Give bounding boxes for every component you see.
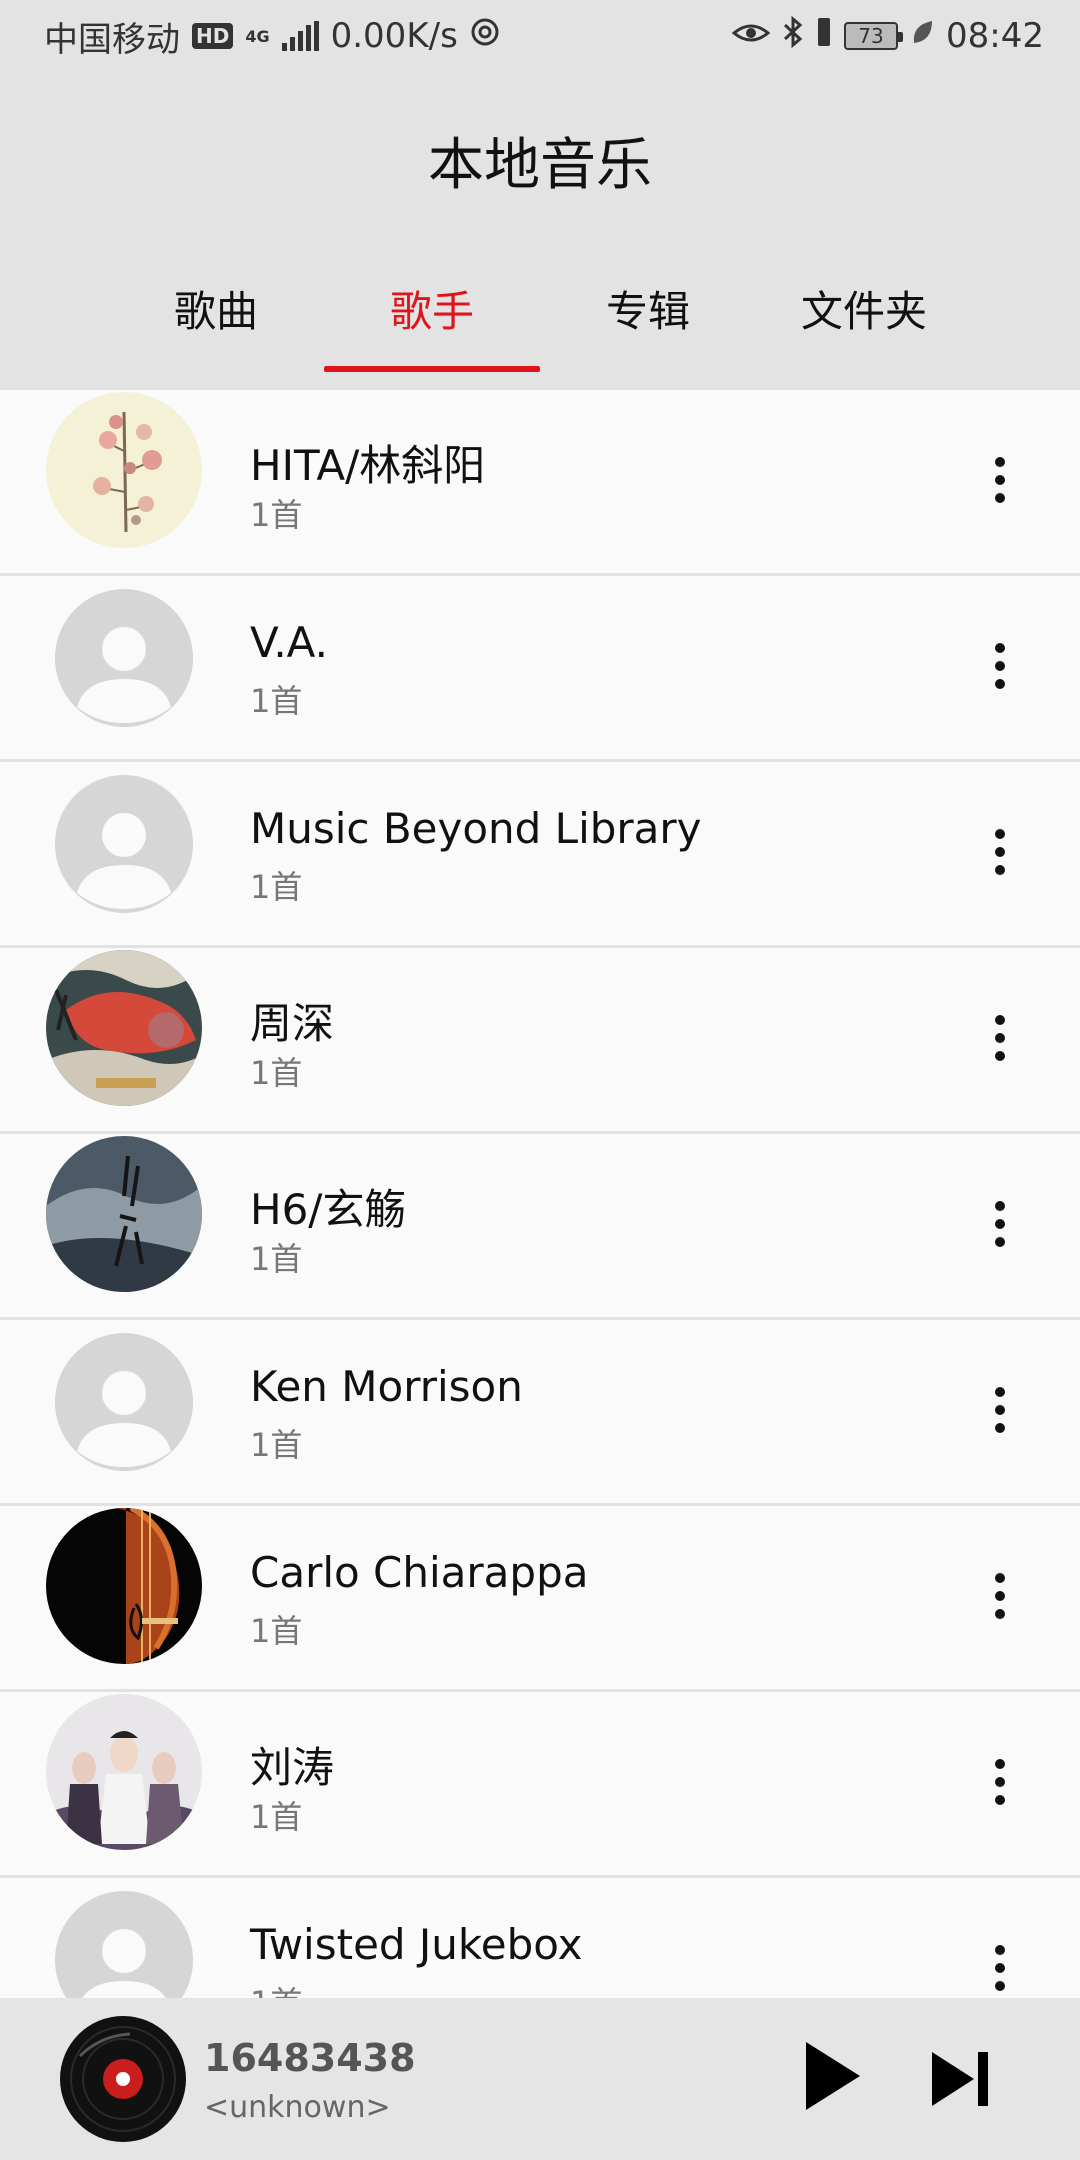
clock: 08:42 <box>946 16 1044 56</box>
network-speed: 0.00K/s <box>330 16 458 56</box>
more-options-icon[interactable] <box>976 1008 1024 1068</box>
tab-artists[interactable]: 歌手 <box>324 256 540 390</box>
artist-name: Ken Morrison <box>250 1362 523 1411</box>
more-options-icon[interactable] <box>976 822 1024 882</box>
artist-avatar <box>46 1694 202 1850</box>
artist-name: 周深 <box>250 999 335 1048</box>
artist-row[interactable]: Twisted Jukebox 1首 <box>0 1878 1080 1998</box>
artist-row[interactable]: 周深 1首 <box>0 948 1080 1134</box>
battery-icon: 73 <box>844 22 904 50</box>
artist-row[interactable]: H6/玄觞 1首 <box>0 1134 1080 1320</box>
artist-avatar <box>46 1508 202 1664</box>
song-count: 1首 <box>250 1054 303 1092</box>
default-avatar-icon <box>55 589 193 727</box>
more-options-icon[interactable] <box>976 1380 1024 1440</box>
song-count: 1首 <box>250 1426 303 1464</box>
bluetooth-icon <box>782 15 804 57</box>
artist-row[interactable]: 刘涛 1首 <box>0 1692 1080 1878</box>
more-options-icon[interactable] <box>976 1752 1024 1812</box>
song-count: 1首 <box>250 868 303 906</box>
leaf-icon <box>910 16 934 56</box>
song-count: 1首 <box>250 1978 302 1998</box>
carrier-label: 中国移动 <box>44 19 180 60</box>
song-count: 1首 <box>250 1240 303 1278</box>
status-left: 中国移动 HD 4G 0.00K/s <box>44 12 500 61</box>
now-playing-title[interactable]: 16483438 <box>204 2036 416 2080</box>
artist-row[interactable]: Music Beyond Library 1首 <box>0 762 1080 948</box>
play-icon[interactable] <box>800 2038 864 2114</box>
artist-avatar <box>46 1136 202 1292</box>
hd-icon: HD <box>192 23 234 49</box>
artist-avatar <box>46 950 202 1106</box>
song-count: 1首 <box>250 682 303 720</box>
song-count: 1首 <box>250 496 303 534</box>
artist-name: Twisted Jukebox <box>250 1920 583 1969</box>
more-options-icon[interactable] <box>976 636 1024 696</box>
more-options-icon[interactable] <box>976 450 1024 510</box>
artist-name: HITA/林斜阳 <box>250 441 486 490</box>
network-type-icon: 4G <box>245 26 270 46</box>
default-avatar-icon <box>55 1333 193 1471</box>
vinyl-disc-icon[interactable] <box>60 2016 186 2142</box>
status-right: 73 08:42 <box>731 15 1044 57</box>
skip-next-icon[interactable] <box>930 2050 990 2108</box>
more-options-icon[interactable] <box>976 1566 1024 1626</box>
tab-bar: 歌曲 歌手 专辑 文件夹 <box>108 256 972 390</box>
artist-name: V.A. <box>250 618 329 667</box>
nfc-icon <box>470 16 500 56</box>
tab-albums[interactable]: 专辑 <box>540 256 756 390</box>
artist-row[interactable]: Carlo Chiarappa 1首 <box>0 1506 1080 1692</box>
song-count: 1首 <box>250 1798 303 1836</box>
artist-name: H6/玄觞 <box>250 1185 407 1234</box>
tab-songs[interactable]: 歌曲 <box>108 256 324 390</box>
artist-list[interactable]: HITA/林斜阳 1首 V.A. 1首 Music Beyond Library… <box>0 390 1080 1998</box>
artist-name: 刘涛 <box>250 1743 335 1792</box>
artist-row[interactable]: Ken Morrison 1首 <box>0 1320 1080 1506</box>
song-count: 1首 <box>250 1612 303 1650</box>
tab-folders[interactable]: 文件夹 <box>756 256 972 390</box>
signal-icon <box>281 21 319 51</box>
artist-avatar <box>46 392 202 548</box>
now-playing-artist[interactable]: <unknown> <box>204 2090 391 2125</box>
artist-row[interactable]: HITA/林斜阳 1首 <box>0 390 1080 576</box>
status-bar: 中国移动 HD 4G 0.00K/s 73 08:42 <box>0 0 1080 72</box>
eye-icon <box>731 16 771 56</box>
default-avatar-icon <box>55 1891 193 1998</box>
more-options-icon[interactable] <box>976 1938 1024 1998</box>
vibrate-icon <box>816 16 832 57</box>
header: 本地音乐 歌曲 歌手 专辑 文件夹 <box>0 72 1080 390</box>
artist-name: Carlo Chiarappa <box>250 1548 589 1597</box>
default-avatar-icon <box>55 775 193 913</box>
now-playing-bar[interactable]: 16483438 <unknown> <box>0 1998 1080 2160</box>
artist-row[interactable]: V.A. 1首 <box>0 576 1080 762</box>
page-title: 本地音乐 <box>428 133 652 198</box>
artist-name: Music Beyond Library <box>250 804 702 853</box>
more-options-icon[interactable] <box>976 1194 1024 1254</box>
